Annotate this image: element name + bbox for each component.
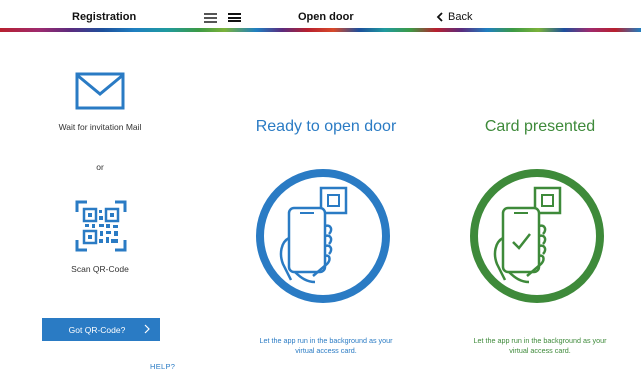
top-bar: Registration Open door Back xyxy=(0,0,641,36)
ready-panel-note: Let the app run in the background as you… xyxy=(236,336,416,356)
card-note-line2: virtual access card. xyxy=(509,346,571,355)
mail-caption: Wait for invitation Mail xyxy=(58,122,142,132)
hamburger-menu-icon[interactable] xyxy=(204,13,217,23)
phone-hand-check-icon xyxy=(470,169,604,303)
got-qr-code-button[interactable]: Got QR-Code? xyxy=(42,318,160,341)
back-button[interactable]: Back xyxy=(436,11,472,23)
help-link[interactable]: HELP? xyxy=(150,362,175,371)
got-qr-code-label: Got QR-Code? xyxy=(68,324,126,335)
registration-panel: Wait for invitation Mail or Scan QR-Code… xyxy=(0,36,200,371)
card-panel-note: Let the app run in the background as you… xyxy=(450,336,630,356)
back-label: Back xyxy=(448,11,473,23)
mail-icon xyxy=(75,72,125,110)
open-door-title: Open door xyxy=(298,11,354,23)
brand-stripe xyxy=(0,28,641,32)
qr-code-icon xyxy=(75,200,127,252)
ready-note-line2: virtual access card. xyxy=(295,346,357,355)
ready-panel-title: Ready to open door xyxy=(255,118,397,135)
scan-caption: Scan QR-Code xyxy=(71,264,129,274)
back-chevron-icon xyxy=(436,12,443,22)
registration-title: Registration xyxy=(72,11,137,23)
phone-hand-card-icon xyxy=(256,169,390,303)
card-panel-title: Card presented xyxy=(484,118,596,135)
card-note-line1: Let the app run in the background as you… xyxy=(473,336,607,345)
ready-note-line1: Let the app run in the background as you… xyxy=(259,336,393,345)
or-separator: or xyxy=(96,162,104,172)
chevron-right-icon xyxy=(144,324,150,334)
menu-icon[interactable] xyxy=(228,13,241,22)
